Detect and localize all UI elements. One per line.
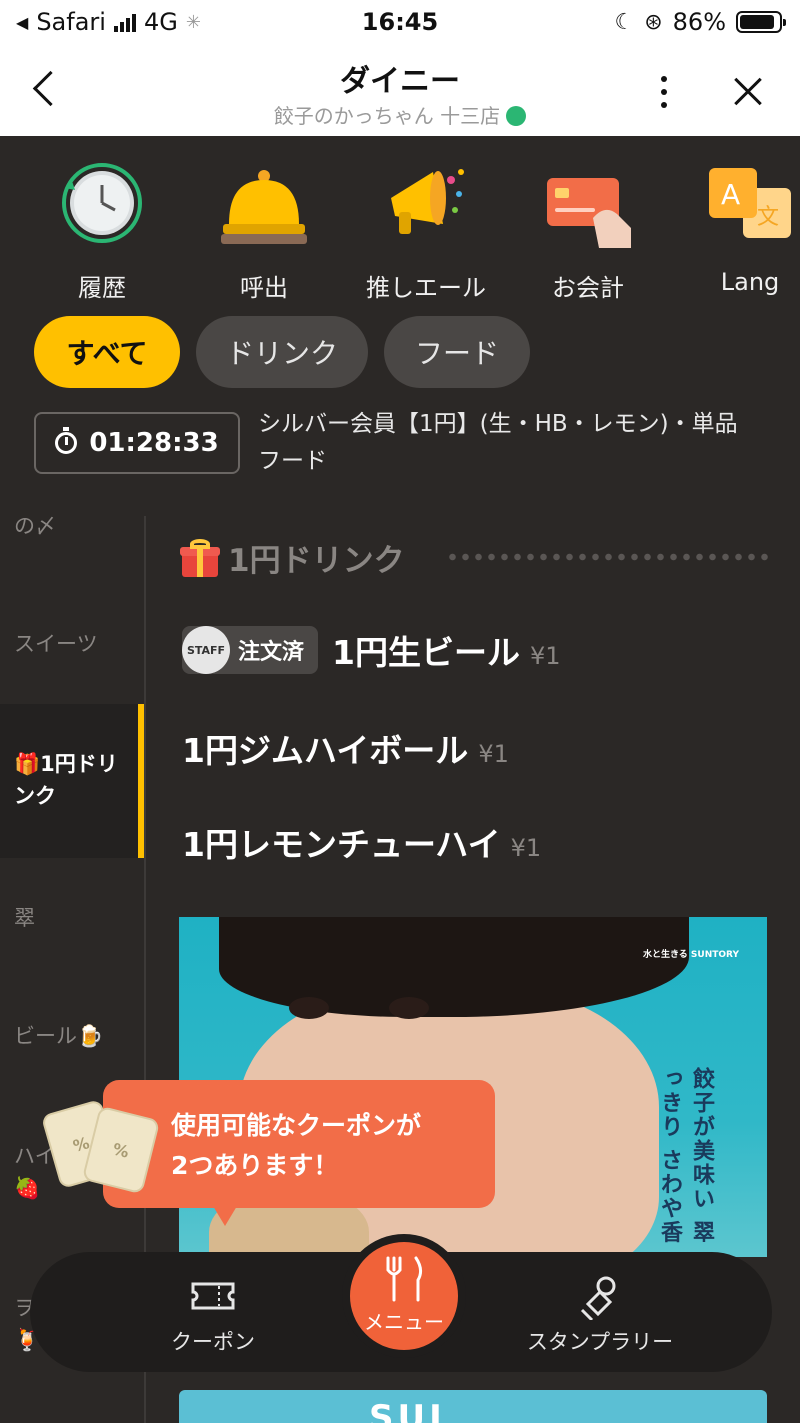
stopwatch-icon [55, 427, 78, 454]
sidebar-item-sweets[interactable]: スイーツ [0, 628, 144, 660]
status-right: ☾ ⊛ 86% [614, 8, 786, 36]
menu-item-name: 1円ジムハイボール [182, 731, 469, 770]
quick-actions: 履歴 呼出 推しエール お会計 文 A Lang [0, 150, 800, 303]
fork-knife-icon [382, 1256, 426, 1302]
menu-item-price: ¥1 [510, 834, 542, 862]
menu-fab-button[interactable]: メニュー [342, 1234, 466, 1358]
section-divider-dots [446, 552, 770, 562]
credit-card-icon [543, 158, 633, 248]
pill-all[interactable]: すべて [34, 316, 180, 388]
menu-item[interactable]: 1円レモンチューハイ ¥1 [182, 818, 541, 866]
action-checkout[interactable]: お会計 [508, 150, 668, 303]
coupon-ticket-icon [189, 1276, 237, 1316]
ordered-badge: STAFF 注文済 [182, 626, 319, 674]
banner-brand: 水と生きる SUNTORY [642, 950, 739, 960]
action-cheer[interactable]: 推しエール [346, 150, 506, 303]
menu-item[interactable]: STAFF 注文済 1円生ビール ¥1 [182, 626, 561, 674]
toast-line-2: 2つあります！ [171, 1151, 339, 1180]
sidebar-item-shime[interactable]: の〆 [0, 510, 144, 542]
page-title: ダイニー [340, 64, 460, 99]
nav-bar: ダイニー 餃子のかっちゃん 十三店 [0, 44, 800, 136]
status-bar: ◀ Safari 4G ✳ 16:45 ☾ ⊛ 86% [0, 0, 800, 44]
close-icon[interactable] [728, 72, 768, 112]
menu-item-name: 1円レモンチューハイ [182, 825, 501, 864]
svg-text:文: 文 [757, 205, 779, 230]
section-title: 1円ドリンク [180, 535, 405, 580]
strawberry-icon: 🍓 [14, 1176, 41, 1200]
sidebar-item-label: ビール [14, 1024, 77, 1048]
plan-description: シルバー会員【1円】(生・HB・レモン)・単品フード [258, 411, 738, 474]
tab-coupon-label: クーポン [171, 1330, 255, 1354]
banner-hair [219, 917, 689, 1017]
sidebar-item-beer[interactable]: ビール🍺 [0, 1020, 144, 1052]
megaphone-icon [381, 158, 471, 248]
more-options-icon[interactable] [650, 72, 680, 112]
store-name-text: 餃子のかっちゃん 十三店 [273, 104, 501, 128]
tab-coupon[interactable]: クーポン [150, 1252, 276, 1372]
gift-icon [180, 538, 220, 577]
battery-icon [736, 11, 786, 33]
banner2-text: SUI [369, 1398, 446, 1423]
action-history[interactable]: 履歴 [22, 150, 182, 303]
section-title-text: 1円ドリンク [228, 543, 405, 579]
stamp-icon [576, 1276, 624, 1322]
gift-icon: 🎁 [14, 752, 41, 776]
tab-stamp-label: スタンプラリー [526, 1330, 674, 1354]
service-bell-icon [219, 158, 309, 248]
menu-item-price: ¥1 [478, 740, 509, 768]
timer-value: 01:28:33 [89, 428, 219, 458]
svg-text:A: A [721, 178, 740, 211]
menu-item-price: ¥1 [529, 642, 561, 670]
battery-percent: 86% [672, 8, 726, 36]
staff-avatar: STAFF [182, 626, 230, 674]
action-label: 呼出 [240, 274, 288, 302]
action-label: 履歴 [78, 274, 126, 302]
action-label: 推しエール [366, 274, 486, 302]
app-screen: ◀ Safari 4G ✳ 16:45 ☾ ⊛ 86% ダイニー 餃子のかっちゃ… [0, 0, 800, 1423]
ordered-label: 注文済 [238, 640, 305, 665]
action-language[interactable]: 文 A Lang [670, 150, 800, 296]
coupon-toast[interactable]: 使用可能なクーポンが 2つあります！ [103, 1080, 495, 1226]
action-label: Lang [720, 268, 780, 296]
action-label: お会計 [552, 274, 624, 302]
store-name: 餃子のかっちゃん 十三店 [0, 100, 800, 129]
language-icon: 文 A [705, 158, 795, 248]
pill-drink[interactable]: ドリンク [196, 316, 368, 388]
tab-stamp-rally[interactable]: スタンプラリー [500, 1252, 700, 1372]
pill-food[interactable]: フード [384, 316, 530, 388]
beer-mug-icon: 🍺 [77, 1024, 104, 1048]
toast-line-1: 使用可能なクーポンが [171, 1111, 422, 1140]
banner-vertical-text: 餃子が美味い 翠っきり さわや香 [657, 1067, 714, 1245]
fab-label: メニュー [364, 1310, 444, 1334]
verified-icon [506, 106, 527, 126]
moon-icon: ☾ [614, 9, 635, 35]
banner-eye [389, 997, 429, 1019]
menu-item-name: 1円生ビール [332, 633, 520, 672]
sidebar-item-sui[interactable]: 翠 [0, 902, 144, 934]
clock-history-icon [57, 158, 147, 248]
menu-item[interactable]: 1円ジムハイボール ¥1 [182, 724, 509, 772]
action-call[interactable]: 呼出 [184, 150, 344, 303]
promo-banner-2[interactable]: SUI [179, 1390, 767, 1423]
session-timer: 01:28:33 [34, 412, 240, 474]
coupon-tickets-icon: % % [40, 1098, 161, 1195]
sidebar-item-1yen-drink[interactable]: 🎁1円ドリンク [0, 704, 144, 858]
rotation-lock-icon: ⊛ [644, 9, 663, 35]
banner-eye [289, 997, 329, 1019]
